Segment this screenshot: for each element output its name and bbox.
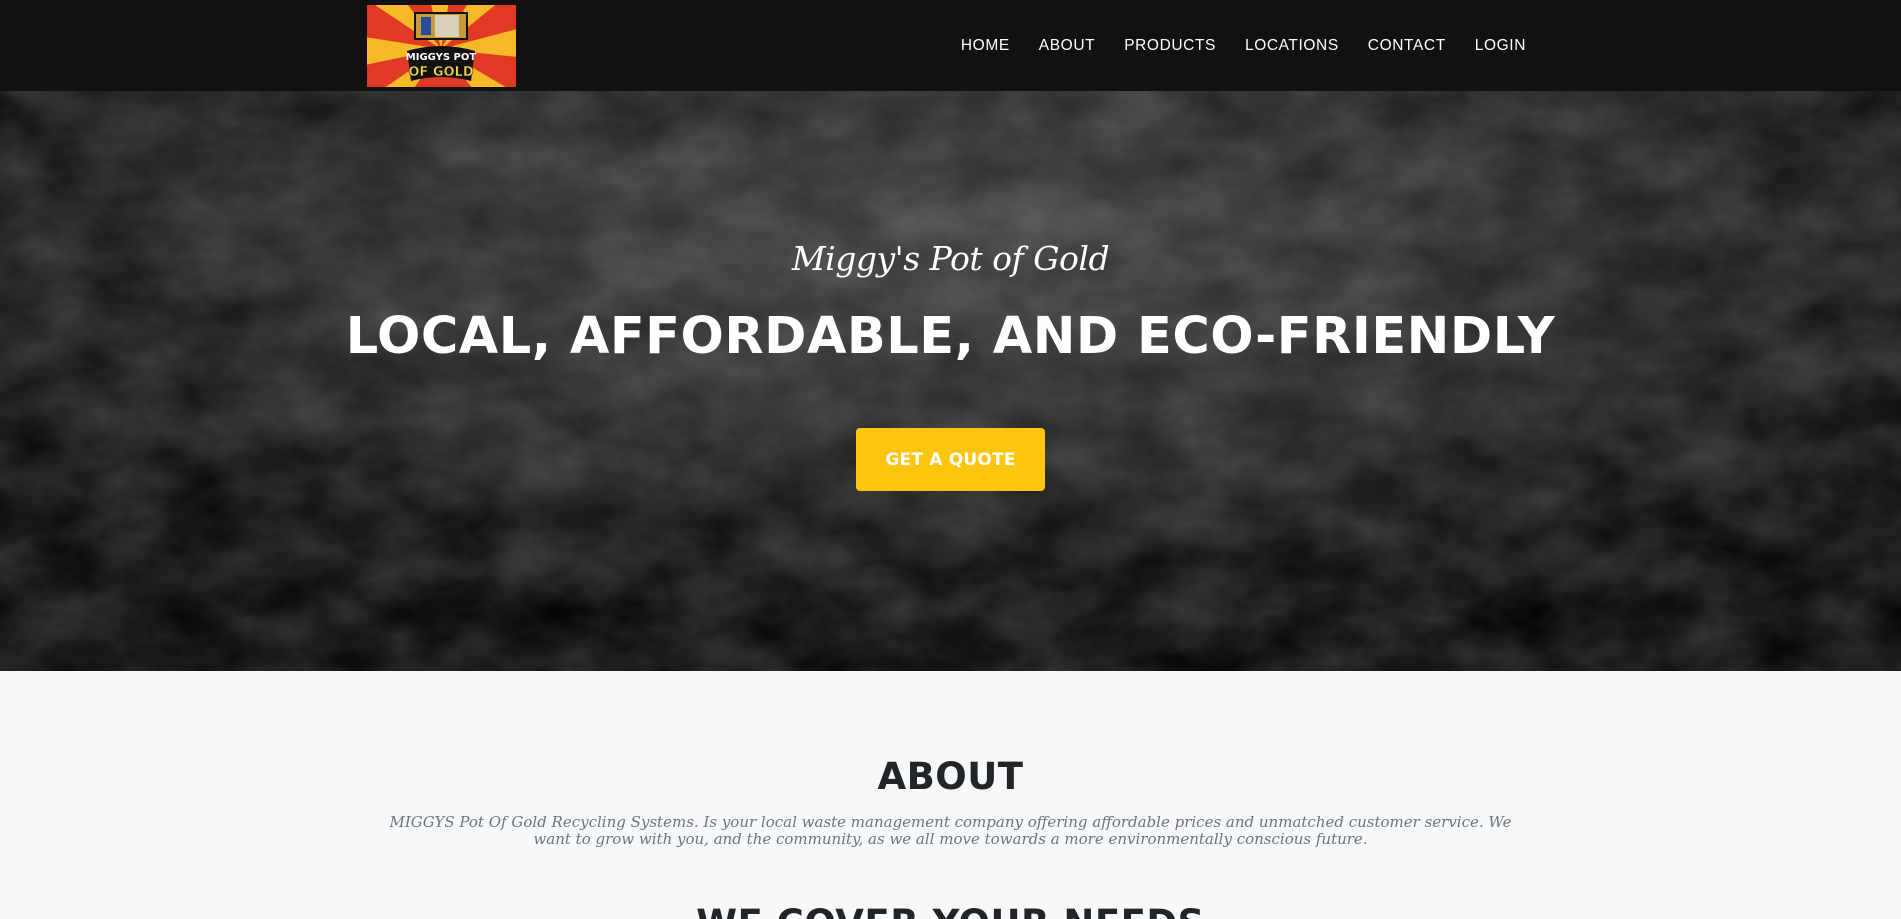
logo-line-2: OF GOLD bbox=[408, 65, 473, 80]
nav-link-about[interactable]: ABOUT bbox=[1039, 37, 1095, 55]
nav-link-products[interactable]: PRODUCTS bbox=[1124, 37, 1216, 55]
nav-link-contact[interactable]: CONTACT bbox=[1368, 37, 1446, 55]
brand-logo[interactable]: MIGGYS POT OF GOLD bbox=[367, 5, 516, 87]
nav-link-login[interactable]: LOGIN bbox=[1475, 37, 1526, 55]
main-nav: HOME ABOUT PRODUCTS LOCATIONS CONTACT LO… bbox=[932, 0, 1526, 91]
nav-link-home[interactable]: HOME bbox=[961, 37, 1010, 55]
pot-of-gold-logo-icon: MIGGYS POT OF GOLD bbox=[367, 5, 516, 87]
hero-section: Miggy's Pot of Gold LOCAL, AFFORDABLE, A… bbox=[0, 91, 1901, 671]
get-a-quote-button[interactable]: GET A QUOTE bbox=[856, 428, 1045, 491]
hero-background bbox=[0, 91, 1901, 671]
hero-title: LOCAL, AFFORDABLE, AND ECO-FRIENDLY bbox=[345, 307, 1556, 366]
about-heading: ABOUT bbox=[877, 755, 1024, 798]
hero-subtitle: Miggy's Pot of Gold bbox=[791, 239, 1110, 278]
services-heading: WE COVER YOUR NEEDS bbox=[0, 902, 1901, 919]
about-text: MIGGYS Pot Of Gold Recycling Systems. Is… bbox=[389, 813, 1512, 848]
logo-line-1: MIGGYS POT bbox=[406, 52, 477, 63]
nav-link-locations[interactable]: LOCATIONS bbox=[1245, 37, 1339, 55]
navbar: MIGGYS POT OF GOLD HOME ABOUT PRODUCTS L… bbox=[0, 0, 1901, 91]
